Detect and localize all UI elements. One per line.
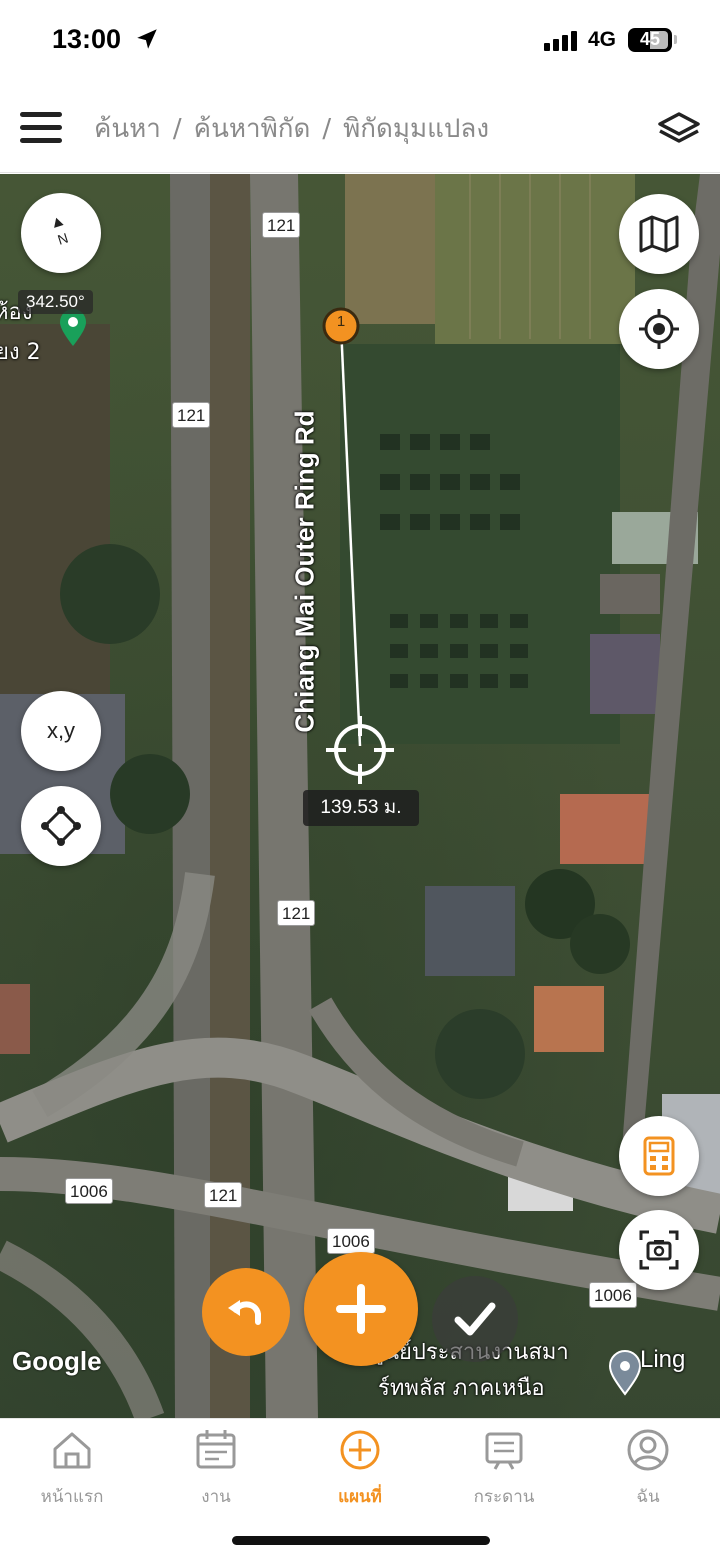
signal-icon [544, 31, 580, 51]
tab-board-label: กระดาน [473, 1487, 535, 1507]
layers-icon[interactable] [656, 108, 702, 148]
undo-icon [228, 1300, 261, 1325]
coordinate-button-label: x,y [46, 718, 76, 743]
breadcrumb-coordinate-search[interactable]: ค้นหาพิกัด [194, 114, 311, 144]
tab-profile-label: ฉัน [636, 1487, 660, 1507]
poi-pin-icon [608, 1350, 642, 1396]
compass-icon: N [54, 217, 70, 248]
menu-button[interactable] [20, 112, 62, 144]
route-shield: 1006 [65, 1178, 113, 1204]
route-shield: 121 [262, 212, 301, 238]
coordinate-button[interactable]: x,y [21, 691, 101, 771]
tab-board[interactable]: กระดาน [432, 1427, 576, 1517]
place-label: ยง 2 [0, 340, 41, 365]
route-shield: 121 [172, 402, 211, 428]
tab-tasks-label: งาน [201, 1487, 231, 1507]
tab-tasks[interactable]: งาน [144, 1427, 288, 1517]
route-shield: 1006 [327, 1228, 375, 1254]
battery-icon: 45 [628, 28, 672, 52]
calculator-icon [643, 1136, 675, 1176]
compass-heading: 342.50° [18, 290, 93, 314]
tab-map-label: แผนที่ [338, 1487, 382, 1507]
breadcrumb-corner-coordinates: พิกัดมุมแปลง [343, 114, 490, 144]
home-indicator[interactable] [232, 1536, 490, 1545]
crosshair-icon [326, 716, 394, 784]
add-icon [336, 1284, 386, 1334]
vertex-button[interactable] [21, 786, 101, 866]
tab-profile[interactable]: ฉัน [576, 1427, 720, 1517]
breadcrumb-search[interactable]: ค้นหา [94, 114, 161, 144]
confirm-check-icon [454, 1302, 496, 1336]
poi-label: Ling [640, 1346, 686, 1373]
screenshot-button[interactable] [619, 1210, 699, 1290]
tab-home-label: หน้าแรก [40, 1487, 104, 1507]
confirm-button[interactable] [432, 1276, 518, 1362]
battery-level: 45 [639, 29, 661, 49]
road-name: Chiang Mai Outer Ring Rd [289, 410, 320, 733]
route-shield: 121 [204, 1182, 243, 1208]
route-shield: 1006 [589, 1282, 637, 1308]
breadcrumb-separator: / [172, 114, 182, 144]
location-arrow-icon [137, 29, 157, 49]
point-marker-label: 1 [336, 313, 346, 330]
google-attribution: Google [12, 1346, 102, 1376]
board-icon [485, 1432, 523, 1470]
calculator-button[interactable] [619, 1116, 699, 1196]
tab-map[interactable]: แผนที่ [288, 1427, 432, 1517]
breadcrumb: ค้นหา / ค้นหาพิกัด / พิกัดมุมแปลง [94, 108, 489, 149]
screenshot-icon [639, 1230, 679, 1270]
tab-home[interactable]: หน้าแรก [0, 1427, 144, 1517]
poi-pin-icon [60, 309, 86, 346]
route-shield: 121 [277, 900, 316, 926]
poi-label: ร์ทพลัส ภาคเหนือ [378, 1376, 545, 1401]
home-icon [53, 1432, 91, 1469]
map-view-icon [639, 215, 679, 253]
compass-button[interactable]: N [21, 193, 101, 273]
vertex-icon [41, 806, 81, 846]
breadcrumb-separator: / [322, 114, 332, 144]
map-view-button[interactable] [619, 194, 699, 274]
app-header: ค้นหา / ค้นหาพิกัด / พิกัดมุมแปลง [0, 84, 720, 173]
my-location-button[interactable] [619, 289, 699, 369]
compass-letter: N [56, 230, 70, 248]
my-location-icon [639, 309, 679, 349]
map-add-icon [340, 1430, 380, 1470]
profile-icon [627, 1429, 669, 1471]
status-time: 13:00 [52, 24, 122, 54]
calendar-icon [196, 1430, 236, 1469]
distance-label: 139.53 ม. [303, 790, 419, 826]
battery-tip [674, 35, 677, 44]
undo-button[interactable] [202, 1268, 290, 1356]
network-type: 4G [588, 28, 617, 51]
road-label: Chiang Mai Outer Ring Rd [283, 382, 327, 774]
satellite-map[interactable]: 1 139.53 ม. Chiang Mai Outer Ring Rd 121… [0, 174, 720, 1418]
add-point-button[interactable] [304, 1252, 418, 1366]
status-bar: 13:00 4G 45 [0, 0, 720, 84]
